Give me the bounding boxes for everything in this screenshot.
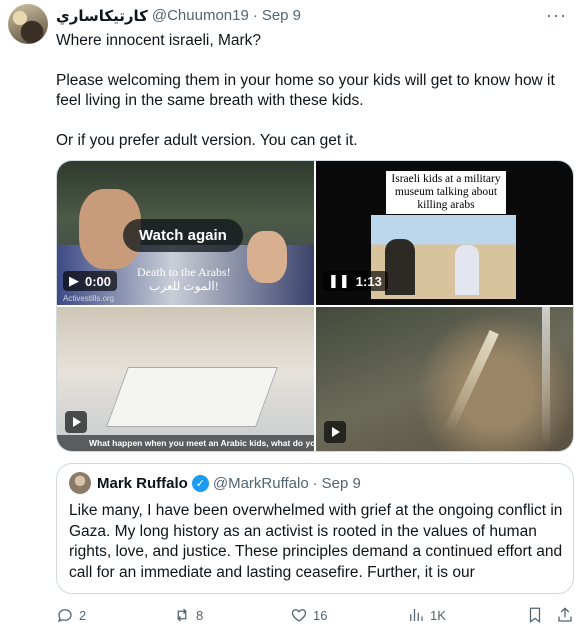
video-frame-shape	[542, 307, 550, 447]
subtitle-arabic: الموت للعرب!	[148, 279, 219, 293]
tweet-paragraph: Please welcoming them in your home so yo…	[56, 72, 555, 109]
heart-icon	[291, 609, 307, 622]
video-caption: Israeli kids at a military museum talkin…	[386, 171, 506, 214]
bookmark-icon	[529, 607, 541, 624]
share-button[interactable]	[556, 606, 574, 624]
play-icon[interactable]	[65, 411, 87, 433]
video-tile-3[interactable]: What happen when you meet an Arabic kids…	[57, 307, 314, 451]
quoted-author-name: Mark Ruffalo	[97, 475, 188, 492]
video-tile-1[interactable]: Watch again Death to the Arabs! الموت لل…	[57, 161, 314, 305]
video-frame-shape	[385, 239, 415, 295]
header-separator: ·	[252, 7, 258, 24]
bookmark-button[interactable]	[526, 606, 544, 624]
quoted-tweet-header: Mark Ruffalo ✓ @MarkRuffalo · Sep 9	[97, 475, 361, 492]
video-time: 0:00	[85, 273, 112, 289]
share-icon	[558, 607, 572, 622]
repost-icon	[177, 608, 187, 622]
tweet-body: Where innocent israeli, Mark? Please wel…	[56, 31, 566, 171]
video-time-badge[interactable]: ▶ 0:00	[63, 271, 118, 291]
tweet-paragraph: Or if you prefer adult version. You can …	[56, 132, 358, 149]
subtitle-english: Death to the Arabs!	[137, 265, 231, 279]
quoted-tweet[interactable]: Mark Ruffalo ✓ @MarkRuffalo · Sep 9 Like…	[56, 463, 574, 594]
video-caption: What happen when you meet an Arabic kids…	[57, 435, 314, 451]
like-count: 16	[313, 607, 328, 623]
repost-count: 8	[196, 607, 204, 623]
quoted-tweet-date: Sep 9	[321, 475, 361, 492]
action-bar: 2 8 16 1K	[56, 606, 576, 626]
tweet-paragraph: Where innocent israeli, Mark?	[56, 32, 262, 49]
video-watermark: Activestills.org	[63, 294, 115, 303]
quoted-author-avatar	[69, 472, 91, 494]
author-avatar[interactable]	[8, 4, 48, 44]
pause-icon[interactable]: ❚❚	[328, 273, 350, 289]
author-handle[interactable]: @Chuumon19	[152, 7, 249, 25]
reply-count: 2	[79, 607, 87, 623]
video-tile-4[interactable]	[316, 307, 573, 451]
header-separator: ·	[312, 475, 318, 492]
view-count: 1K	[430, 607, 446, 623]
verified-badge-icon: ✓	[191, 475, 209, 492]
more-icon[interactable]: ···	[546, 6, 567, 24]
watch-again-button[interactable]: Watch again	[123, 219, 243, 252]
media-grid: Watch again Death to the Arabs! الموت لل…	[56, 160, 574, 452]
tweet-header: كارتيكاساري @Chuumon19 · Sep 9	[56, 7, 301, 25]
video-time: 1:13	[355, 273, 382, 289]
tweet-date[interactable]: Sep 9	[262, 7, 301, 25]
reply-button[interactable]: 2	[56, 606, 86, 624]
video-subtitle: Death to the Arabs! الموت للعرب!	[137, 265, 231, 293]
play-icon[interactable]: ▶	[69, 273, 79, 289]
video-frame-shape	[371, 215, 516, 299]
views-icon	[410, 609, 423, 621]
play-icon[interactable]	[324, 421, 346, 443]
video-frame-shape	[455, 245, 479, 295]
like-button[interactable]: 16	[290, 606, 327, 624]
quoted-tweet-text: Like many, I have been overwhelmed with …	[69, 502, 563, 581]
video-time-badge[interactable]: ❚❚ 1:13	[322, 271, 388, 291]
reply-icon	[57, 609, 72, 623]
video-frame-shape	[106, 367, 278, 427]
views-button[interactable]: 1K	[407, 606, 446, 624]
video-frame-shape	[443, 330, 499, 434]
video-tile-2[interactable]: Israeli kids at a military museum talkin…	[316, 161, 573, 305]
repost-button[interactable]: 8	[173, 606, 203, 624]
video-frame-shape	[247, 231, 287, 283]
quoted-author-handle: @MarkRuffalo	[212, 475, 309, 492]
author-display-name[interactable]: كارتيكاساري	[56, 7, 148, 25]
